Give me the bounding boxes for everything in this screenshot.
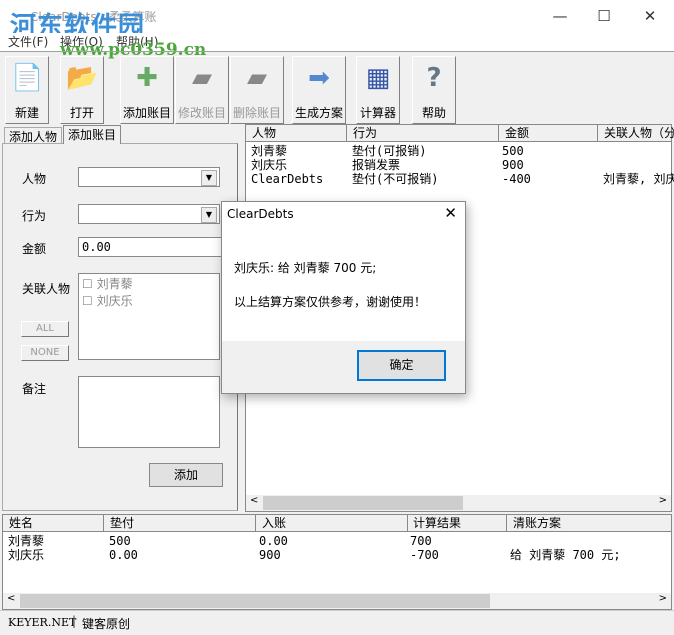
table-cell: -400	[502, 172, 531, 186]
amount-input[interactable]: 0.00	[78, 237, 223, 257]
table-cell: 500	[109, 534, 131, 548]
table-cell: 刘庆乐	[251, 158, 288, 172]
column-header[interactable]: 人物	[246, 125, 347, 141]
edit-entry-icon: ▰	[192, 63, 212, 93]
table-cell: 报销发票	[352, 158, 401, 172]
edit-entry-button[interactable]: ▰ 修改账目	[175, 56, 229, 124]
status-left: KEYER.NET	[8, 616, 77, 629]
table-cell: ClearDebts	[251, 172, 324, 186]
note-input[interactable]	[78, 376, 220, 448]
column-header[interactable]: 姓名	[3, 515, 104, 531]
minimize-button[interactable]: —	[540, 4, 580, 28]
related-label: 关联人物	[22, 282, 71, 296]
status-bar: KEYER.NET | 键客原创	[0, 610, 674, 635]
table-cell: 刘青藜, 刘庆	[603, 172, 674, 186]
chevron-down-icon: ▼	[201, 207, 217, 223]
table-cell: 垫付(不可报销)	[352, 172, 439, 186]
column-header[interactable]: 入账	[256, 515, 408, 531]
table-cell: 0.00	[109, 548, 138, 562]
dialog-note: 以上结算方案仅供参考，谢谢使用！	[234, 295, 427, 309]
scrollbar-thumb[interactable]	[263, 496, 463, 510]
results-table: 姓名 垫付 入账 计算结果 清账方案 刘青藜 500 0.00 700 刘庆乐 0.00 9…	[2, 514, 672, 610]
column-header[interactable]: 垫付	[104, 515, 256, 531]
ok-button[interactable]: 确定	[357, 350, 446, 381]
table-cell: 900	[502, 158, 524, 172]
table-cell: 刘青藜	[251, 144, 288, 158]
table-cell: 垫付(可报销)	[352, 144, 427, 158]
table-cell: 刘青藜	[8, 534, 45, 548]
open-folder-icon: 📂	[66, 63, 99, 93]
related-person-item[interactable]: ☐ 刘青藜	[82, 275, 219, 292]
column-header[interactable]: 清账方案	[507, 515, 673, 531]
table-cell: 500	[502, 144, 524, 158]
message-dialog: ClearDebts ✕ 刘庆乐: 给 刘青藜 700 元; 以上结算方案仅供参…	[221, 201, 466, 394]
horizontal-scrollbar[interactable]: < >	[246, 495, 671, 511]
dialog-close-icon[interactable]: ✕	[444, 204, 457, 222]
column-header[interactable]: 计算结果	[407, 515, 507, 531]
new-file-icon: 📄	[11, 63, 44, 93]
dialog-title: ClearDebts	[227, 207, 294, 221]
table-cell: 900	[259, 548, 281, 562]
add-button[interactable]: 添加	[149, 463, 223, 487]
table-cell: 0.00	[259, 534, 288, 548]
status-right: 键客原创	[82, 617, 131, 631]
open-button[interactable]: 📂 打开	[60, 56, 104, 124]
maximize-button[interactable]: ☐	[584, 4, 624, 28]
action-select[interactable]: ▼	[78, 204, 220, 224]
dialog-message: 刘庆乐: 给 刘青藜 700 元;	[234, 261, 377, 275]
table-cell: 给 刘青藜 700 元;	[510, 548, 621, 562]
help-button[interactable]: ? 帮助	[412, 56, 456, 124]
person-select[interactable]: ▼	[78, 167, 220, 187]
column-header[interactable]: 金额	[499, 125, 598, 141]
action-label: 行为	[22, 209, 47, 223]
column-header[interactable]: 行为	[347, 125, 499, 141]
tab-add-person[interactable]: 添加人物	[4, 127, 63, 144]
help-icon: ?	[426, 63, 442, 93]
note-label: 备注	[22, 382, 47, 396]
amount-label: 金额	[22, 242, 47, 256]
generate-plan-button[interactable]: ➡ 生成方案	[292, 56, 346, 124]
table-cell: 700	[410, 534, 432, 548]
delete-entry-button[interactable]: ▰ 删除账目	[230, 56, 284, 124]
person-label: 人物	[22, 172, 47, 186]
chevron-down-icon: ▼	[201, 170, 217, 186]
generate-plan-icon: ➡	[308, 63, 330, 93]
table-cell: 刘庆乐	[8, 548, 45, 562]
add-entry-icon: ✚	[136, 63, 158, 93]
select-all-button[interactable]: ALL	[21, 321, 69, 337]
related-people-list: ☐ 刘青藜 ☐ 刘庆乐	[78, 273, 220, 360]
select-none-button[interactable]: NONE	[21, 345, 69, 361]
add-entry-button[interactable]: ✚ 添加账目	[120, 56, 174, 124]
new-button[interactable]: 📄 新建	[5, 56, 49, 124]
close-button[interactable]: ✕	[630, 4, 670, 28]
delete-entry-icon: ▰	[247, 63, 267, 93]
related-person-item[interactable]: ☐ 刘庆乐	[82, 292, 219, 309]
tab-add-entry[interactable]: 添加账目	[63, 125, 122, 144]
horizontal-scrollbar[interactable]: < >	[3, 593, 671, 609]
calculator-button[interactable]: ▦ 计算器	[356, 56, 400, 124]
column-header[interactable]: 关联人物（分	[598, 125, 674, 141]
menu-file[interactable]: 文件(F)	[8, 33, 48, 50]
calculator-icon: ▦	[365, 63, 391, 93]
scrollbar-thumb[interactable]	[20, 594, 490, 608]
table-cell: -700	[410, 548, 439, 562]
